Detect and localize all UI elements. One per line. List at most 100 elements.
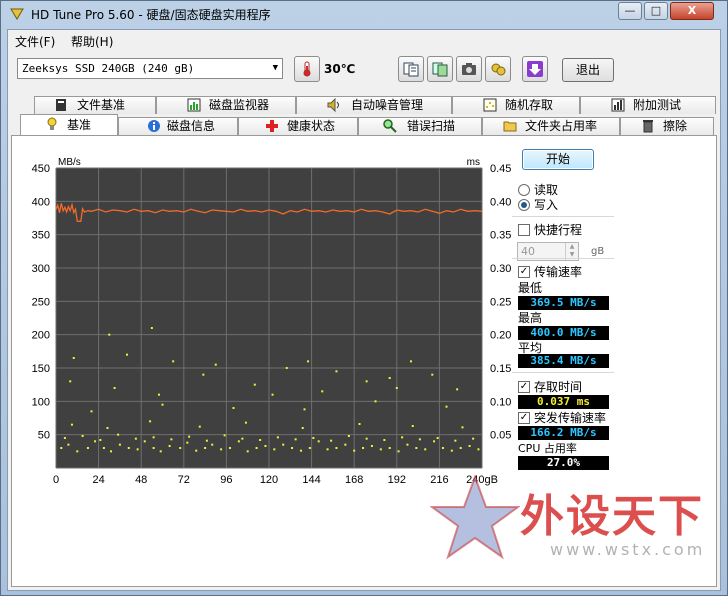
access-time-point	[461, 426, 464, 429]
access-time-point	[401, 436, 404, 439]
drive-select-value: Zeeksys SSD 240GB (240 gB)	[22, 62, 195, 75]
info-icon	[148, 120, 160, 132]
y-right-tick-label: 0.30	[490, 263, 511, 275]
access-time-point	[301, 427, 304, 429]
cpu-usage-display: 27.0%	[518, 456, 609, 470]
access-time-point	[246, 450, 249, 453]
temperature-button[interactable]	[294, 56, 320, 82]
access-time-point	[264, 445, 267, 447]
copy-text-icon	[403, 62, 419, 77]
tab-noise-management[interactable]: 自动噪音管理	[296, 96, 452, 114]
access-time-point	[126, 353, 128, 356]
access-time-point	[152, 436, 155, 439]
min-value-display: 369.5 MB/s	[518, 296, 609, 310]
transfer-rate-checkbox[interactable]: ✓	[518, 266, 530, 278]
copy-screen-button[interactable]	[427, 56, 453, 82]
access-time-point	[179, 447, 182, 449]
access-time-point	[436, 437, 439, 439]
drive-select[interactable]: Zeeksys SSD 240GB (240 gB) ▼	[17, 58, 283, 79]
access-time-point	[172, 360, 175, 363]
title-bar[interactable]: HD Tune Pro 5.60 - 硬盘/固态硬盘实用程序 — □ X	[1, 1, 727, 27]
access-time-point	[418, 438, 421, 441]
access-time-point	[170, 438, 173, 441]
benchmark-chart: 450 400 350 300 250 200 150 100 50 0.45 0.40 0.35 0.…	[32, 157, 512, 486]
y-right-tick-label: 0.10	[490, 396, 511, 408]
window-title: HD Tune Pro 5.60 - 硬盘/固态硬盘实用程序	[31, 8, 271, 22]
access-time-checkbox[interactable]: ✓	[518, 381, 530, 393]
access-time-point	[358, 423, 361, 425]
temperature-value: 30℃	[324, 62, 356, 76]
access-time-point	[108, 333, 111, 336]
tab-folder-usage[interactable]: 文件夹占用率	[482, 117, 620, 135]
max-value-display: 400.0 MB/s	[518, 326, 609, 340]
access-time-point	[433, 440, 436, 443]
access-time-point	[406, 443, 409, 446]
tab-health[interactable]: 健康状态	[238, 117, 358, 135]
transfer-rate-label[interactable]: 传输速率	[534, 263, 582, 280]
toolbar: Zeeksys SSD 240GB (240 gB) ▼ 30℃ 退出	[8, 52, 720, 88]
exit-button[interactable]: 退出	[562, 58, 614, 82]
copy-text-button[interactable]	[398, 56, 424, 82]
tab-disk-info[interactable]: 磁盘信息	[118, 117, 238, 135]
x-tick-label: 96	[220, 474, 232, 486]
burst-rate-checkbox[interactable]: ✓	[518, 412, 530, 424]
access-time-point	[365, 437, 368, 440]
tab-label: 附加测试	[633, 98, 682, 112]
start-button[interactable]: 开始	[522, 149, 594, 170]
access-time-point	[273, 448, 276, 451]
hdtune-app-icon	[10, 8, 24, 20]
save-button[interactable]	[485, 56, 511, 82]
access-time-point	[60, 447, 63, 449]
y-right-tick-label: 0.40	[490, 196, 511, 208]
access-time-point	[202, 373, 205, 376]
short-stroke-label[interactable]: 快捷行程	[534, 221, 582, 238]
y-right-tick-label: 0.25	[490, 296, 511, 308]
access-time-point	[285, 367, 288, 369]
tab-label: 磁盘监视器	[209, 98, 270, 112]
access-time-point	[321, 390, 324, 393]
tab-extra-tests[interactable]: 附加测试	[580, 96, 716, 114]
menu-file[interactable]: 文件(F)	[15, 33, 55, 50]
y-left-tick-label: 450	[32, 163, 50, 175]
maximize-button[interactable]: □	[644, 2, 668, 20]
random-access-icon	[483, 98, 497, 112]
access-time-point	[161, 403, 164, 406]
divider	[512, 216, 614, 217]
minimize-button[interactable]: —	[618, 2, 642, 20]
write-radio[interactable]	[518, 199, 530, 211]
access-time-point	[228, 447, 231, 449]
menu-help[interactable]: 帮助(H)	[71, 33, 113, 50]
tab-label: 随机存取	[505, 98, 554, 112]
access-time-point	[99, 439, 102, 441]
access-time-point	[143, 440, 146, 443]
access-time-point	[94, 440, 97, 443]
burst-rate-label[interactable]: 突发传输速率	[534, 409, 606, 426]
read-radio[interactable]	[518, 184, 530, 196]
access-time-point	[294, 438, 297, 441]
access-time-point	[220, 448, 223, 451]
tab-benchmark[interactable]: 基准	[20, 114, 118, 135]
access-time-label[interactable]: 存取时间	[534, 378, 582, 395]
y-right-tick-label: 0.15	[490, 363, 511, 375]
write-label[interactable]: 写入	[534, 196, 558, 213]
tab-random-access[interactable]: 随机存取	[452, 96, 580, 114]
access-time-point	[186, 441, 189, 444]
access-time-point	[370, 445, 373, 447]
tab-label: 擦除	[663, 119, 688, 133]
avg-value-display: 385.4 MB/s	[518, 354, 609, 368]
download-button[interactable]	[522, 56, 548, 82]
access-time-point	[312, 437, 315, 439]
screenshot-button[interactable]	[456, 56, 482, 82]
short-stroke-checkbox[interactable]	[518, 224, 530, 236]
divider	[512, 372, 614, 373]
y-left-tick-label: 100	[32, 396, 50, 408]
access-time-point	[110, 450, 113, 453]
close-button[interactable]: X	[670, 2, 714, 20]
access-time-point	[159, 450, 162, 453]
tab-erase[interactable]: 擦除	[620, 117, 714, 135]
app-window: HD Tune Pro 5.60 - 硬盘/固态硬盘实用程序 — □ X 文件(…	[0, 0, 728, 596]
tab-disk-monitor[interactable]: 磁盘监视器	[156, 96, 296, 114]
access-time-point	[450, 449, 453, 452]
tab-file-benchmark[interactable]: 文件基准	[34, 96, 156, 114]
tab-error-scan[interactable]: 错误扫描	[358, 117, 482, 135]
